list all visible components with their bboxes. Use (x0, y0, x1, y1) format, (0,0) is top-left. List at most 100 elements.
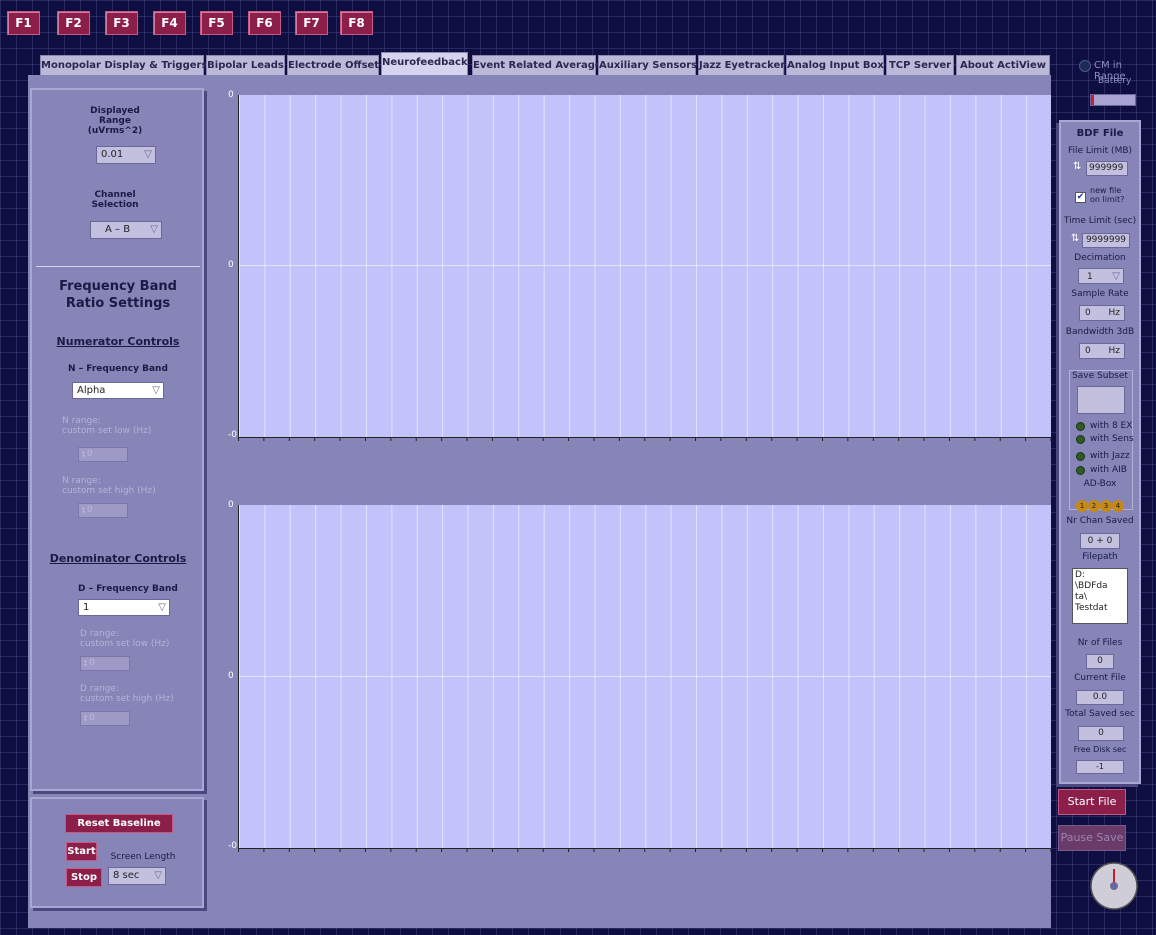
with-aib-label: with AIB (1090, 465, 1127, 475)
with-8ex-label: with 8 EX (1090, 421, 1133, 431)
with-jazz-label: with Jazz (1090, 451, 1130, 461)
divider (36, 266, 200, 267)
sample-rate-value: 0 (1085, 308, 1091, 318)
clock-icon (1090, 862, 1138, 910)
tab-auxiliary-sensors[interactable]: Auxiliary Sensors (598, 55, 697, 76)
f1-button[interactable]: F1 (7, 11, 40, 35)
battery-indicator (1090, 94, 1136, 106)
chart1-y-tick-bottom: -0 (228, 430, 237, 440)
adbox-label: AD-Box (1083, 479, 1117, 489)
d-frequency-band-select[interactable]: 1 (78, 599, 170, 616)
tick-value: 0 (231, 841, 237, 851)
battery-label: Battery (1098, 76, 1132, 86)
d-high-input[interactable]: 0 (80, 711, 130, 726)
f7-button[interactable]: F7 (295, 11, 328, 35)
chart2-y-tick-bottom: -0 (228, 841, 237, 851)
tab-jazz-eyetracker[interactable]: Jazz Eyetracker (698, 55, 785, 76)
bandwidth-unit: Hz (1108, 346, 1121, 356)
reset-baseline-button[interactable]: Reset Baseline (65, 814, 173, 833)
with-8ex-led (1076, 422, 1085, 431)
with-sens-label: with Sens (1090, 434, 1134, 444)
n-high-label: N range: custom set high (Hz) (62, 476, 156, 496)
nr-of-files-display: 0 (1086, 654, 1114, 669)
decimation-select[interactable]: 1 (1078, 268, 1124, 285)
chart2-y-tick-top: 0 (228, 500, 234, 510)
adbox-3[interactable]: 3 (1100, 500, 1112, 512)
new-file-checkbox[interactable]: ✔ (1075, 192, 1086, 203)
new-file-label: new file on limit? (1090, 186, 1125, 204)
f4-button[interactable]: F4 (153, 11, 186, 35)
nr-of-files-label: Nr of Files (1077, 638, 1123, 648)
tab-analog-input-box[interactable]: Analog Input Box (786, 55, 884, 76)
save-subset-box[interactable] (1077, 386, 1125, 414)
total-saved-label: Total Saved sec (1065, 709, 1135, 719)
n-frequency-band-label: N – Frequency Band (68, 364, 168, 374)
start-button[interactable]: Start (66, 842, 97, 861)
file-limit-label: File Limit (MB) (1067, 146, 1133, 156)
tab-event-related-average[interactable]: Event Related Average (472, 55, 602, 76)
gridline (239, 265, 1051, 266)
decimation-label: Decimation (1074, 253, 1126, 263)
file-limit-stepper[interactable]: ⇅ (1073, 161, 1081, 172)
n-high-input[interactable]: 0 (78, 503, 128, 518)
save-subset-label: Save Subset (1072, 371, 1128, 381)
start-file-button[interactable]: Start File (1058, 789, 1126, 815)
tab-bipolar[interactable]: Bipolar Leads (206, 55, 285, 76)
tab-neurofeedback[interactable]: Neurofeedback (381, 52, 468, 76)
f6-button[interactable]: F6 (248, 11, 281, 35)
f3-button[interactable]: F3 (105, 11, 138, 35)
displayed-range-select[interactable]: 0.01 (96, 146, 156, 164)
current-file-display: 0.0 (1076, 690, 1124, 705)
total-saved-display: 0 (1078, 726, 1124, 741)
free-disk-label: Free Disk sec (1073, 745, 1127, 754)
f8-button[interactable]: F8 (340, 11, 373, 35)
f2-button[interactable]: F2 (57, 11, 90, 35)
frequency-band-title: Frequency Band Ratio Settings (59, 279, 177, 311)
displayed-range-label: Displayed Range (uVrms^2) (87, 106, 143, 136)
adbox-4[interactable]: 4 (1112, 500, 1124, 512)
sample-rate-label: Sample Rate (1071, 289, 1129, 299)
d-high-label: D range: custom set high (Hz) (80, 684, 174, 704)
numerator-chart (238, 95, 1051, 437)
n-low-label: N range: custom set low (Hz) (62, 416, 152, 436)
tab-monopolar[interactable]: Monopolar Display & Triggers (40, 55, 207, 76)
denominator-controls-title: Denominator Controls (49, 552, 187, 565)
cm-in-range-led (1079, 60, 1091, 72)
chart2-x-axis (238, 848, 1051, 852)
f5-button[interactable]: F5 (200, 11, 233, 35)
time-limit-stepper[interactable]: ⇅ (1071, 233, 1079, 244)
adbox-2[interactable]: 2 (1088, 500, 1100, 512)
pause-save-button[interactable]: Pause Save (1058, 825, 1126, 851)
chart1-y-tick-mid: 0 (228, 260, 234, 270)
d-frequency-band-label: D – Frequency Band (78, 584, 178, 594)
d-low-input[interactable]: 0 (80, 656, 130, 671)
n-frequency-band-select[interactable]: Alpha (72, 382, 164, 399)
filepath-field[interactable]: D: \BDFda ta\ Testdat (1072, 568, 1128, 624)
screen-length-label: Screen Length (110, 852, 176, 862)
channel-selection-select[interactable]: A – B (90, 221, 162, 239)
bdf-file-title: BDF File (1076, 128, 1124, 139)
adbox-1[interactable]: 1 (1076, 500, 1088, 512)
time-limit-label: Time Limit (sec) (1063, 216, 1137, 226)
screen-length-select[interactable]: 8 sec (108, 867, 166, 885)
n-low-input[interactable]: 0 (78, 447, 128, 462)
sample-rate-display: 0 Hz (1079, 305, 1125, 321)
bandwidth-label: Bandwidth 3dB (1065, 327, 1135, 337)
file-limit-input[interactable]: 999999 (1086, 161, 1128, 176)
stop-button[interactable]: Stop (66, 868, 102, 887)
time-limit-input[interactable]: 9999999 (1082, 233, 1130, 248)
sample-rate-unit: Hz (1108, 308, 1121, 318)
tab-tcp-server[interactable]: TCP Server (886, 55, 954, 76)
with-aib-led (1076, 466, 1085, 475)
tab-about-actiview[interactable]: About ActiView (956, 55, 1050, 76)
denominator-chart (238, 505, 1051, 848)
chart2-y-tick-mid: 0 (228, 671, 234, 681)
free-disk-display: -1 (1076, 760, 1124, 774)
adbox-selector[interactable]: 1234 (1076, 493, 1128, 512)
bandwidth-value: 0 (1085, 346, 1091, 356)
tab-electrode-offset[interactable]: Electrode Offset (287, 55, 379, 76)
with-jazz-led (1076, 452, 1085, 461)
chart1-y-tick-top: 0 (228, 90, 234, 100)
bandwidth-display: 0 Hz (1079, 343, 1125, 359)
d-low-label: D range: custom set low (Hz) (80, 629, 170, 649)
